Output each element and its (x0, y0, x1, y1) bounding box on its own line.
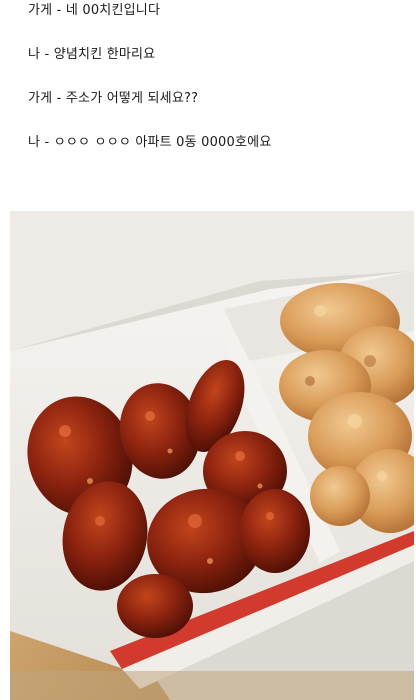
chicken-photo (10, 211, 414, 700)
page: 가게 - 네 00치킨입니다 나 - 양념치킨 한마리요 가게 - 주소가 어떻… (0, 0, 416, 700)
dialogue-line-store-address-question: 가게 - 주소가 어떻게 되세요?? (28, 91, 199, 106)
dialogue-line-my-address: 나 - ㅇㅇㅇ ㅇㅇㅇ 아파트 0동 0000호에요 (28, 135, 272, 150)
chicken-box-illustration (10, 211, 414, 700)
dialogue-line-my-order: 나 - 양념치킨 한마리요 (28, 47, 156, 62)
dialogue-line-store-greeting: 가게 - 네 00치킨입니다 (28, 3, 161, 18)
